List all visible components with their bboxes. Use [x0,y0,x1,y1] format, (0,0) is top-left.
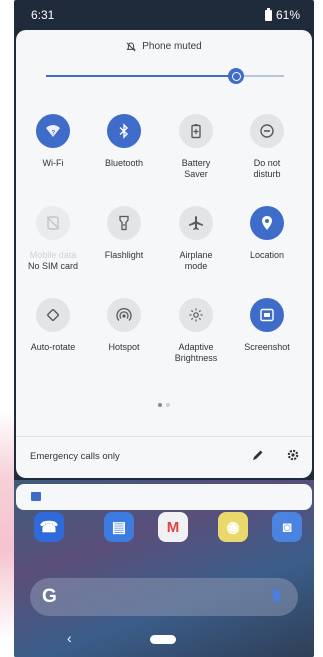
bell-muted-icon [126,41,136,51]
tile-label: Wi-Fi [42,158,64,168]
tile-label: Flashlight [104,250,144,260]
airplane-icon [188,215,204,231]
hotspot-icon [116,307,132,323]
phone-screen: 6:31 61% Phone muted ? Wi-Fi Bluetooth Batt… [14,0,314,657]
tile-label: Bluetooth [104,158,144,168]
status-bar: 6:31 61% [14,0,314,30]
hotspot-toggle[interactable] [107,298,141,332]
tile-dnd[interactable]: Do not disturb [230,114,304,180]
footer-divider [16,436,312,437]
svg-text:?: ? [51,131,55,137]
quick-settings-footer: Emergency calls only [16,441,312,471]
page-dot [158,403,162,407]
quick-settings-panel: Phone muted ? Wi-Fi Bluetooth Battery Saver D… [16,30,312,478]
back-icon[interactable]: ‹ [67,630,72,646]
battery-icon [264,7,272,21]
tile-airplane[interactable]: Airplane mode [159,206,233,272]
bluetooth-icon [117,123,131,139]
tile-adaptive-brightness[interactable]: Adaptive Brightness [159,298,233,364]
google-search-bar[interactable]: G [30,578,298,616]
screenshot-icon [259,307,275,323]
phone-muted-notice: Phone muted [16,41,312,52]
adaptive-brightness-icon [188,307,204,323]
notification-card[interactable] [16,484,312,510]
tile-hotspot[interactable]: Hotspot [87,298,161,353]
wifi-toggle[interactable]: ? [36,114,70,148]
tile-label: Mobile data [29,250,77,260]
home-pill[interactable] [150,635,176,644]
tile-bluetooth[interactable]: Bluetooth [87,114,161,169]
location-icon [260,215,274,231]
mobile-data-toggle[interactable] [36,206,70,240]
navigation-bar: ‹ [14,625,314,657]
tile-sublabel: No SIM card [27,261,78,271]
phone-app-icon[interactable]: ☎ [34,512,64,542]
messages-app-icon[interactable]: ▤ [104,512,134,542]
google-logo-icon: G [42,586,57,607]
tile-label: Hotspot [108,342,140,352]
battery-saver-icon [190,123,202,139]
battery-percent: 61% [275,8,300,22]
tile-sublabel: Brightness [174,353,218,363]
tile-mobile-data[interactable]: Mobile data No SIM card [16,206,90,272]
tile-screenshot[interactable]: Screenshot [230,298,304,353]
phone-muted-label: Phone muted [142,41,202,52]
tile-label: Location [249,250,285,260]
flashlight-icon [118,215,130,231]
do-not-disturb-icon [259,123,275,139]
tile-flashlight[interactable]: Flashlight [87,206,161,261]
tile-sublabel: Saver [184,169,208,179]
tile-sublabel: disturb [253,169,281,179]
dnd-toggle[interactable] [250,114,284,148]
airplane-toggle[interactable] [179,206,213,240]
bluetooth-toggle[interactable] [107,114,141,148]
wifi-icon: ? [45,123,61,139]
tile-label: Do not [253,158,281,168]
gear-icon[interactable] [286,448,300,465]
left-edge-accent [0,410,14,640]
tile-label: Adaptive [178,342,214,352]
edit-icon[interactable] [251,448,265,465]
tile-location[interactable]: Location [230,206,304,261]
tile-battery-saver[interactable]: Battery Saver [159,114,233,180]
tile-wifi[interactable]: ? Wi-Fi [16,114,90,169]
location-toggle[interactable] [250,206,284,240]
mobile-data-icon [45,215,61,231]
auto-rotate-toggle[interactable] [36,298,70,332]
screenshot-toggle[interactable] [250,298,284,332]
gmail-app-icon[interactable]: M [158,512,188,542]
page-dot [166,403,170,407]
status-time: 6:31 [31,8,55,22]
auto-rotate-icon [45,307,61,323]
camera-app-icon[interactable]: ◙ [272,512,302,542]
page-indicator [16,403,312,407]
volume-thumb[interactable] [228,68,245,84]
tile-auto-rotate[interactable]: Auto-rotate [16,298,90,353]
carrier-status: Emergency calls only [30,451,120,462]
tile-label: Auto-rotate [30,342,76,352]
volume-slider[interactable] [46,68,284,84]
tile-label: Screenshot [244,342,290,352]
adaptive-brightness-toggle[interactable] [179,298,213,332]
flashlight-toggle[interactable] [107,206,141,240]
volume-fill [46,75,237,77]
tile-label: Battery [181,158,211,168]
chrome-app-icon[interactable]: ◉ [218,512,248,542]
mic-icon[interactable] [273,589,280,602]
home-dock: ☎ ▤ M ◉ ◙ [32,512,302,546]
tile-label: Airplane [179,250,213,260]
gallery-icon [31,492,41,501]
battery-saver-toggle[interactable] [179,114,213,148]
status-battery: 61% [264,7,300,22]
tile-sublabel: mode [184,261,208,271]
